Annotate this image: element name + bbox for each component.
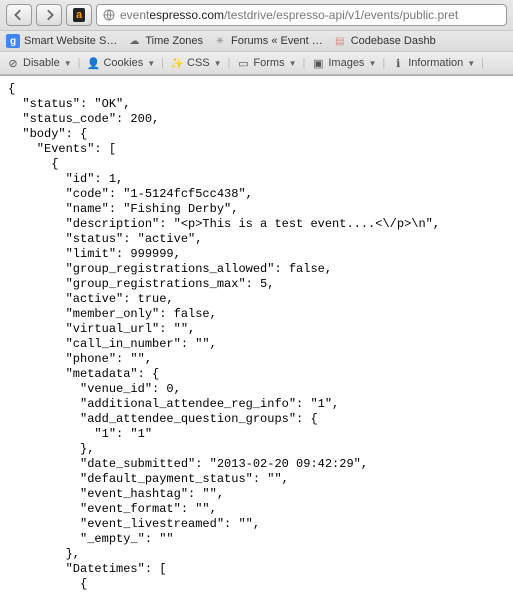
bookmarks-bar: g Smart Website S… ☁ Time Zones ✳ Forums… (0, 30, 513, 51)
google-icon: g (6, 34, 20, 48)
form-icon: ▭ (236, 56, 250, 70)
bookmark-codebase[interactable]: ▤ Codebase Dashb (333, 34, 436, 48)
globe-icon (103, 9, 115, 21)
nosign-icon: ⊘ (6, 56, 20, 70)
bookmark-time-zones[interactable]: ☁ Time Zones (127, 34, 203, 48)
person-icon: 👤 (86, 56, 100, 70)
forum-icon: ✳ (213, 34, 227, 48)
devtools-disable[interactable]: ⊘Disable▼ (6, 56, 72, 70)
devtools-forms[interactable]: ▭Forms▼ (236, 56, 296, 70)
chevron-down-icon: ▼ (289, 59, 297, 68)
chevron-down-icon: ▼ (64, 59, 72, 68)
bookmark-label: Codebase Dashb (351, 35, 436, 47)
devtools-cookies[interactable]: 👤Cookies▼ (86, 56, 155, 70)
url-text: eventespresso.com/testdrive/espresso-api… (120, 8, 458, 22)
cloud-icon: ☁ (127, 34, 141, 48)
info-icon: ℹ (391, 56, 405, 70)
forward-button[interactable] (36, 4, 62, 26)
json-response-body: { "status": "OK", "status_code": 200, "b… (0, 76, 513, 598)
devtools-information[interactable]: ℹInformation▼ (391, 56, 475, 70)
devtools-bar: ⊘Disable▼ | 👤Cookies▼ | ✨CSS▼ | ▭Forms▼ … (0, 51, 513, 75)
devtools-images[interactable]: ▣Images▼ (311, 56, 376, 70)
bookmark-smart-website[interactable]: g Smart Website S… (6, 34, 117, 48)
chevron-down-icon: ▼ (467, 59, 475, 68)
chevron-down-icon: ▼ (214, 59, 222, 68)
devtools-css[interactable]: ✨CSS▼ (170, 56, 222, 70)
bookmark-forums[interactable]: ✳ Forums « Event … (213, 34, 323, 48)
back-button[interactable] (6, 4, 32, 26)
codebase-icon: ▤ (333, 34, 347, 48)
wand-icon: ✨ (170, 56, 184, 70)
bookmark-label: Forums « Event … (231, 35, 323, 47)
chevron-down-icon: ▼ (368, 59, 376, 68)
chevron-down-icon: ▼ (147, 59, 155, 68)
bookmark-label: Smart Website S… (24, 35, 117, 47)
amazon-button[interactable]: a (66, 4, 92, 26)
bookmark-label: Time Zones (145, 35, 203, 47)
url-bar[interactable]: eventespresso.com/testdrive/espresso-api… (96, 4, 507, 26)
image-icon: ▣ (311, 56, 325, 70)
